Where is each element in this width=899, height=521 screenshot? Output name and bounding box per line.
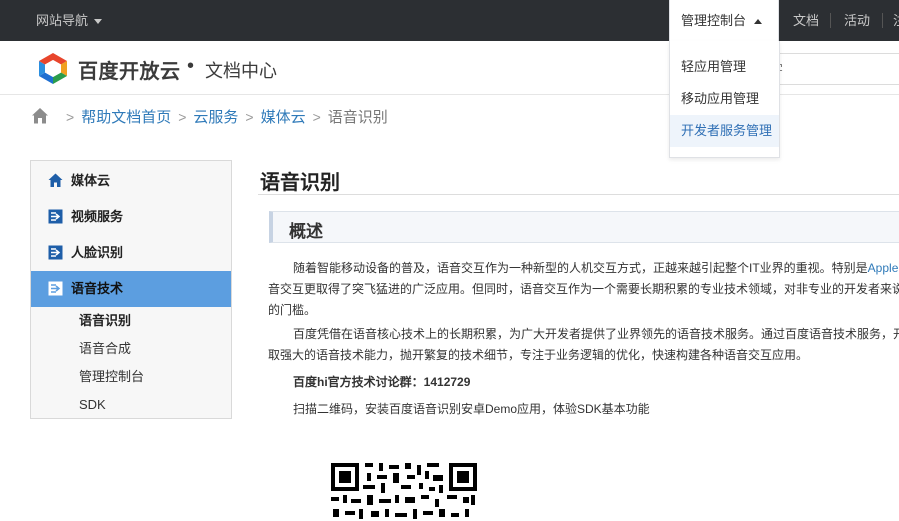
sidebar-subitem-speech-synthesis[interactable]: 语音合成: [31, 335, 231, 363]
dropdown-item-developer-service[interactable]: 开发者服务管理: [670, 115, 779, 147]
arrow-right-box-icon: [48, 245, 63, 260]
paragraph-text: 随着智能移动设备的普及，语音交互作为一种新型的人机交互方式，正越来越引起整个IT…: [293, 261, 868, 275]
sidebar-item-video[interactable]: 视频服务: [31, 199, 231, 235]
arrow-right-box-icon: [48, 209, 63, 224]
chevron-down-icon: [94, 19, 103, 25]
baidu-cloud-logo-icon[interactable]: [37, 52, 69, 85]
tech-group-number: 1412729: [423, 375, 471, 389]
console-label: 管理控制台: [681, 13, 747, 28]
home-icon: [48, 173, 63, 187]
sidebar-item-face-recognition[interactable]: 人脸识别: [31, 235, 231, 271]
sidebar-subitem-speech-recognition[interactable]: 语音识别: [31, 307, 231, 335]
sidebar-item-media-cloud[interactable]: 媒体云: [31, 163, 231, 199]
chevron-right-icon: >: [245, 109, 254, 125]
divider: [258, 194, 899, 195]
sidebar-item-label: 视频服务: [71, 209, 124, 224]
chevron-right-icon: >: [66, 109, 75, 125]
console-menu-trigger[interactable]: 管理控制台: [669, 0, 779, 41]
sidebar-item-label: 媒体云: [71, 173, 111, 188]
breadcrumb-link-cloud-services[interactable]: 云服务: [193, 109, 238, 126]
scan-instruction: 扫描二维码，安装百度语音识别安卓Demo应用，体验SDK基本功能: [293, 402, 650, 416]
brand-separator: •: [187, 55, 195, 77]
chevron-right-icon: >: [312, 109, 321, 125]
site-nav-menu[interactable]: 网站导航: [36, 0, 103, 41]
sidebar-item-speech-tech[interactable]: 语音技术: [31, 271, 231, 307]
qr-code-image: [329, 461, 479, 521]
paragraph-intro-line-2: 音交互更取得了突飞猛进的广泛应用。但同时，语音交互作为一个需要长期积累的专业技术…: [268, 282, 899, 296]
section-title: 概述: [289, 222, 323, 241]
top-nav-bar: 网站导航 管理控制台 文档 活动 注: [0, 0, 899, 41]
divider: [882, 13, 883, 28]
dropdown-item-mobile-app[interactable]: 移动应用管理: [670, 83, 779, 115]
top-link-docs[interactable]: 文档: [793, 0, 819, 41]
highlight-text: Apple: [867, 261, 899, 275]
dropdown-item-light-app[interactable]: 轻应用管理: [670, 51, 779, 83]
brand-name[interactable]: 百度开放云: [78, 55, 181, 84]
site-nav-label: 网站导航: [36, 13, 89, 28]
divider: [830, 13, 831, 28]
page-title: 语音识别: [260, 172, 340, 194]
sidebar-item-label: 人脸识别: [71, 245, 124, 260]
arrow-right-box-icon: [48, 281, 63, 296]
top-link-events[interactable]: 活动: [844, 0, 870, 41]
paragraph-intro-line-1: 随着智能移动设备的普及，语音交互作为一种新型的人机交互方式，正越来越引起整个IT…: [268, 258, 899, 280]
tech-group-label: 百度hi官方技术讨论群：: [293, 375, 424, 389]
tech-group-line: 百度hi官方技术讨论群：1412729: [268, 372, 899, 394]
paragraph-service-line-1: 百度凭借在语音核心技术上的长期积累，为广大开发者提供了业界领先的语音技术服务。通…: [293, 327, 899, 341]
top-link-register[interactable]: 注: [893, 0, 899, 41]
section-header: 概述: [269, 211, 899, 243]
paragraph-intro-line-3: 的门槛。: [268, 303, 317, 317]
sidebar: 媒体云 视频服务 人脸识别 语音技术 语音识别 语音合成 管理控制台 SDK: [30, 160, 232, 419]
breadcrumb-link-docs-home[interactable]: 帮助文档首页: [81, 109, 171, 126]
chevron-right-icon: >: [178, 109, 187, 125]
sidebar-item-label: 语音技术: [71, 281, 124, 296]
console-dropdown: 轻应用管理 移动应用管理 开发者服务管理: [669, 41, 780, 158]
sidebar-subitem-console[interactable]: 管理控制台: [31, 363, 231, 391]
breadcrumb-link-media-cloud[interactable]: 媒体云: [261, 109, 306, 126]
sidebar-subitem-sdk[interactable]: SDK: [31, 391, 231, 419]
breadcrumb-current: 语音识别: [327, 109, 388, 126]
breadcrumb: > 帮助文档首页 > 云服务 > 媒体云 > 语音识别: [31, 106, 388, 128]
home-icon[interactable]: [31, 107, 49, 125]
paragraph-service-line-2: 取强大的语音技术能力，抛开繁复的技术细节，专注于业务逻辑的优化，快速构建各种语音…: [268, 348, 809, 362]
chevron-up-icon: [754, 19, 763, 25]
brand-subtitle[interactable]: 文档中心: [205, 57, 277, 83]
